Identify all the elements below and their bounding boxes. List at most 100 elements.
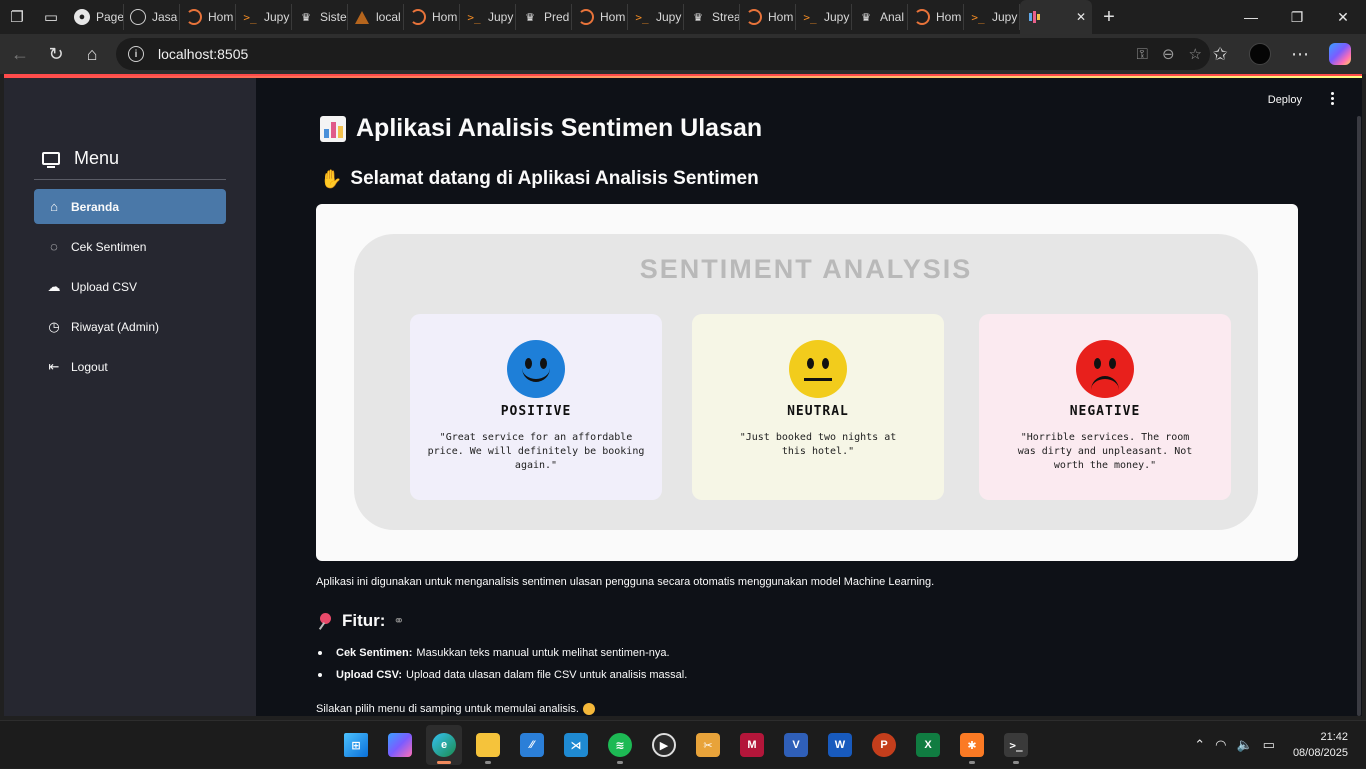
vertical-tabs-icon[interactable]: ▭: [34, 0, 68, 34]
battery-icon[interactable]: ▭: [1263, 737, 1275, 753]
browser-tab[interactable]: ♛ Siste: [292, 4, 348, 30]
start-button[interactable]: ⊞: [338, 725, 374, 765]
address-bar-actions: ⚿ ⊖ ☆: [1137, 38, 1202, 70]
file-explorer-button[interactable]: [470, 725, 506, 765]
sidebar-item-cek-sentimen[interactable]: ◌ Cek Sentimen: [34, 229, 226, 264]
media-player-button[interactable]: ▶: [646, 725, 682, 765]
taskbar: ⊞ e ⁄⁄ ⋊ ≋ ▶ ✂ M V W P X ✱ >_ ⌃ ◠ 🔈 ▭ 21…: [0, 720, 1366, 768]
workspaces-icon[interactable]: ❐: [0, 0, 34, 34]
back-button[interactable]: ←: [2, 36, 38, 72]
browser-tab[interactable]: Hom: [572, 4, 628, 30]
list-item: Cek Sentimen: Masukkan teks manual untuk …: [318, 642, 687, 664]
zoom-icon[interactable]: ⊖: [1162, 45, 1175, 63]
browser-tab[interactable]: ● Page: [68, 4, 124, 30]
play-icon: ▶: [652, 733, 676, 757]
refresh-button[interactable]: ↻: [38, 36, 74, 72]
tab-label: Pred: [544, 10, 570, 24]
sidebar-item-upload-csv[interactable]: ☁ Upload CSV: [34, 269, 226, 304]
copilot-button[interactable]: [1322, 36, 1358, 72]
neutral-face-icon: [789, 340, 847, 398]
clock-date: 08/08/2025: [1292, 747, 1348, 759]
new-tab-button[interactable]: +: [1092, 0, 1126, 34]
waving-hand-icon: ✋: [320, 168, 343, 190]
favorites-icon[interactable]: ✩: [1202, 36, 1238, 72]
browser-tab[interactable]: ♛ Strea: [684, 4, 740, 30]
key-icon[interactable]: ⚿: [1137, 46, 1148, 63]
browser-tab[interactable]: Hom: [908, 4, 964, 30]
browser-tab[interactable]: Hom: [180, 4, 236, 30]
list-item: Upload CSV: Upload data ulasan dalam file…: [318, 664, 687, 686]
vscode-alt-button[interactable]: ⁄⁄: [514, 725, 550, 765]
browser-tab[interactable]: ♛ Anal: [852, 4, 908, 30]
scrollbar[interactable]: [1356, 116, 1362, 716]
visio-button[interactable]: V: [778, 725, 814, 765]
excel-button[interactable]: X: [910, 725, 946, 765]
snipping-tool-button[interactable]: ✂: [690, 725, 726, 765]
taskbar-apps: ⊞ e ⁄⁄ ⋊ ≋ ▶ ✂ M V W P X ✱ >_: [338, 725, 1034, 765]
sidebar-item-label: Cek Sentimen: [71, 239, 147, 254]
anchor-link-icon[interactable]: ⚭: [393, 613, 404, 629]
tab-label: Anal: [880, 10, 905, 24]
url-text[interactable]: localhost:8505: [158, 46, 248, 62]
more-options-icon[interactable]: ⋯: [1282, 36, 1318, 72]
word-button[interactable]: W: [822, 725, 858, 765]
address-bar[interactable]: i localhost:8505 ⚿ ⊖ ☆: [116, 38, 1210, 70]
main-menu-icon[interactable]: [1326, 92, 1338, 105]
tab-label: Jupy: [488, 10, 514, 24]
logout-icon: ⇤: [48, 358, 60, 374]
feature-text: Masukkan teks manual untuk melihat senti…: [416, 647, 670, 659]
browser-tab[interactable]: local: [348, 4, 404, 30]
browser-tab[interactable]: >_ Jupy: [236, 4, 292, 30]
chevron-up-icon[interactable]: ⌃: [1194, 737, 1205, 753]
profile-button[interactable]: [1242, 36, 1278, 72]
sad-face-icon: [1076, 340, 1134, 398]
terminal-icon: >_: [803, 10, 817, 24]
sidebar-item-riwayat[interactable]: ◷ Riwayat (Admin): [34, 309, 226, 344]
browser-tab[interactable]: Hom: [740, 4, 796, 30]
scrollbar-thumb[interactable]: [1357, 116, 1361, 716]
word-icon: W: [828, 733, 852, 757]
terminal-button[interactable]: >_: [998, 725, 1034, 765]
home-button[interactable]: ⌂: [74, 36, 110, 72]
browser-tab[interactable]: ♛ Pred: [516, 4, 572, 30]
wifi-icon[interactable]: ◠: [1215, 737, 1226, 753]
sidebar-item-beranda[interactable]: ⌂ Beranda: [34, 189, 226, 224]
vscode-button[interactable]: ⋊: [558, 725, 594, 765]
snipping-icon: ✂: [696, 733, 720, 757]
browser-tab[interactable]: Jasa: [124, 4, 180, 30]
card-label: NEGATIVE: [1069, 404, 1141, 419]
avatar: [1249, 43, 1271, 65]
browser-tab[interactable]: >_ Jupy: [628, 4, 684, 30]
browser-tab-active[interactable]: ✕: [1020, 0, 1092, 34]
deploy-button[interactable]: Deploy: [1268, 94, 1302, 106]
mendeley-button[interactable]: M: [734, 725, 770, 765]
spotify-icon: ≋: [608, 733, 632, 757]
clock[interactable]: 21:42 08/08/2025: [1293, 729, 1348, 761]
spotify-button[interactable]: ≋: [602, 725, 638, 765]
tab-label: Jupy: [824, 10, 850, 24]
card-label: POSITIVE: [500, 404, 572, 419]
browser-tab[interactable]: Hom: [404, 4, 460, 30]
tab-label: Jupy: [992, 10, 1018, 24]
edge-app-button[interactable]: e: [426, 725, 462, 765]
maximize-button[interactable]: ❐: [1274, 0, 1320, 34]
browser-tab[interactable]: >_ Jupy: [460, 4, 516, 30]
site-info-icon[interactable]: i: [128, 46, 144, 62]
powerpoint-button[interactable]: P: [866, 725, 902, 765]
tab-label: Strea: [712, 10, 740, 24]
minimize-button[interactable]: —: [1228, 0, 1274, 34]
sidebar-item-logout[interactable]: ⇤ Logout: [34, 349, 226, 384]
positive-card: POSITIVE "Great service for an affordabl…: [410, 314, 662, 500]
tab-label: Jupy: [656, 10, 682, 24]
xampp-button[interactable]: ✱: [954, 725, 990, 765]
volume-icon[interactable]: 🔈: [1236, 737, 1252, 753]
divider: [34, 179, 226, 180]
folder-icon: [476, 733, 500, 757]
browser-tab[interactable]: >_ Jupy: [796, 4, 852, 30]
edge-icon: e: [432, 733, 456, 757]
close-tab-icon[interactable]: ✕: [1076, 10, 1086, 24]
browser-tab[interactable]: >_ Jupy: [964, 4, 1020, 30]
favorite-star-icon[interactable]: ☆: [1189, 45, 1202, 63]
copilot-app-button[interactable]: [382, 725, 418, 765]
close-window-button[interactable]: ✕: [1320, 0, 1366, 34]
